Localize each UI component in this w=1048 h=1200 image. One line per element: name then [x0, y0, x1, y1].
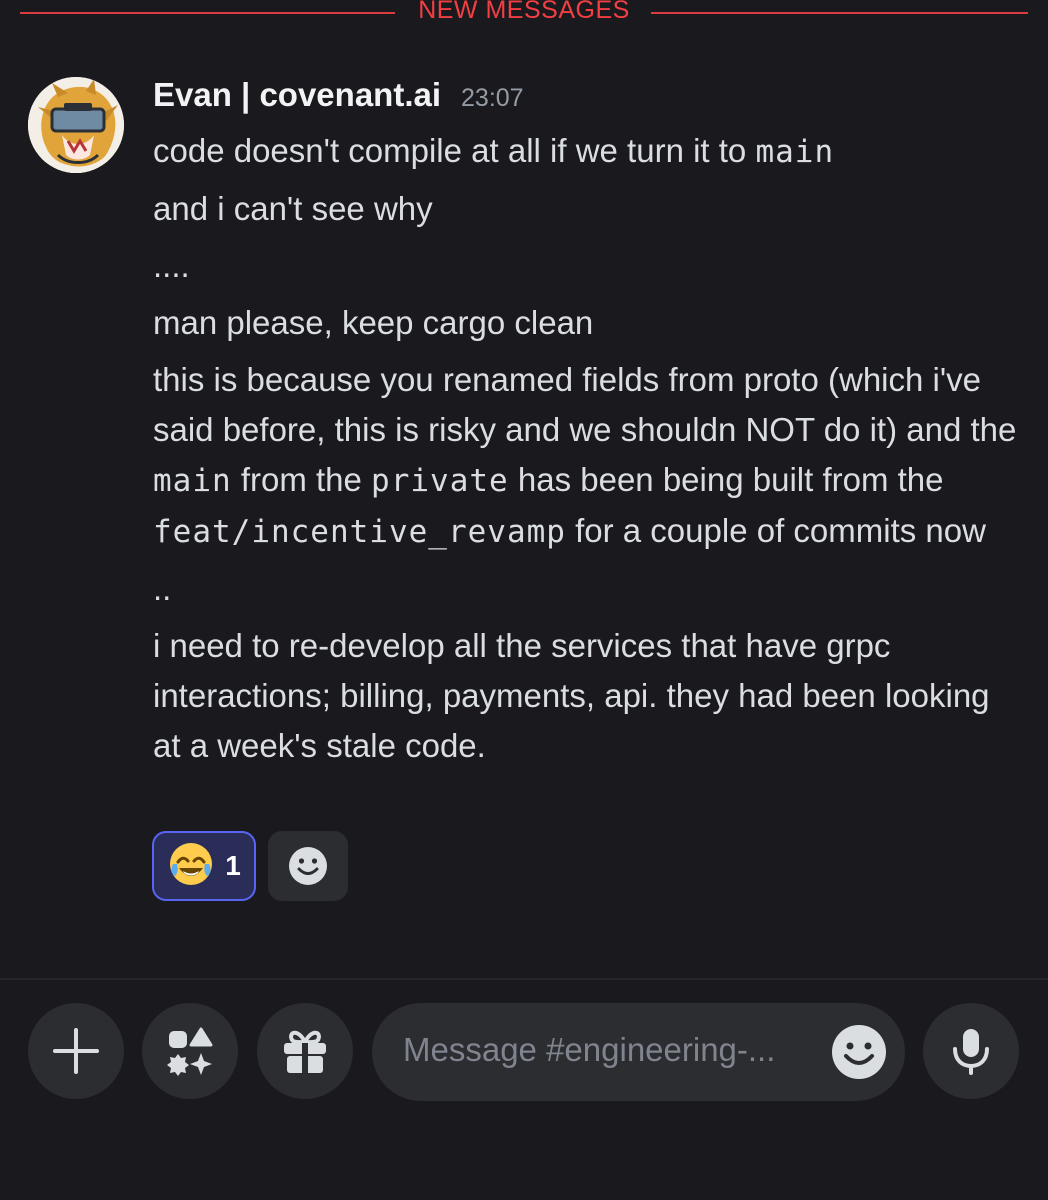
message-text: from the	[231, 461, 372, 498]
message-text: for a couple of commits now	[565, 512, 986, 549]
inline-code: main	[153, 463, 232, 499]
inline-code: main	[755, 134, 835, 170]
gift-icon	[284, 1030, 326, 1073]
microphone-icon	[953, 1029, 989, 1075]
inline-code: private	[371, 463, 509, 499]
add-reaction-button[interactable]	[268, 831, 348, 901]
message-content: code doesn't compile at all if we turn i…	[153, 126, 1023, 771]
timestamp: 23:07	[461, 84, 524, 112]
message-header: Evan | covenant.ai 23:07	[153, 76, 524, 116]
message-line: i need to re-develop all the services th…	[153, 621, 1023, 771]
reaction-laughing[interactable]: 1	[152, 831, 256, 901]
message-line: man please, keep cargo clean	[153, 298, 1023, 348]
message-line: this is because you renamed fields from …	[153, 355, 1023, 557]
message-text: and i can't see why	[153, 190, 433, 227]
message-line: code doesn't compile at all if we turn i…	[153, 126, 1023, 177]
laughing-crying-emoji-icon	[167, 840, 215, 893]
composer-separator	[0, 978, 1048, 980]
gift-button[interactable]	[257, 1003, 353, 1099]
add-attachment-button[interactable]	[28, 1003, 124, 1099]
message-input[interactable]: Message #engineering-...	[372, 1003, 905, 1101]
username[interactable]: Evan | covenant.ai	[153, 76, 441, 114]
message-line: ....	[153, 241, 1023, 291]
emoji-icon[interactable]	[831, 1024, 887, 1080]
plus-icon	[53, 1028, 99, 1074]
message-line: and i can't see why	[153, 184, 1023, 234]
message-text: i need to re-develop all the services th…	[153, 627, 990, 764]
message-text: ..	[153, 570, 172, 607]
message-text: this is because you renamed fields from …	[153, 361, 1017, 448]
message-input-placeholder: Message #engineering-...	[403, 1031, 776, 1068]
message-text: ....	[153, 247, 190, 284]
apps-icon	[167, 1027, 213, 1076]
chat-view: NEW MESSAGES Evan | covenant.ai 23:07 co…	[0, 0, 1048, 1200]
reactions: 1	[152, 831, 348, 901]
message-text: has been being built from the	[508, 461, 944, 498]
message-composer: Message #engineering-...	[0, 1003, 1048, 1101]
message-line: ..	[153, 564, 1023, 614]
new-messages-divider: NEW MESSAGES	[20, 0, 1028, 26]
message-text: man please, keep cargo clean	[153, 304, 594, 341]
avatar[interactable]	[28, 77, 124, 173]
reaction-count: 1	[225, 850, 241, 881]
inline-code: feat/incentive_revamp	[153, 514, 566, 550]
smiley-icon	[289, 847, 327, 885]
new-messages-label: NEW MESSAGES	[418, 0, 630, 24]
apps-button[interactable]	[142, 1003, 238, 1099]
message-text: code doesn't compile at all if we turn i…	[153, 132, 756, 169]
avatar-image	[28, 77, 124, 173]
voice-message-button[interactable]	[923, 1003, 1019, 1099]
